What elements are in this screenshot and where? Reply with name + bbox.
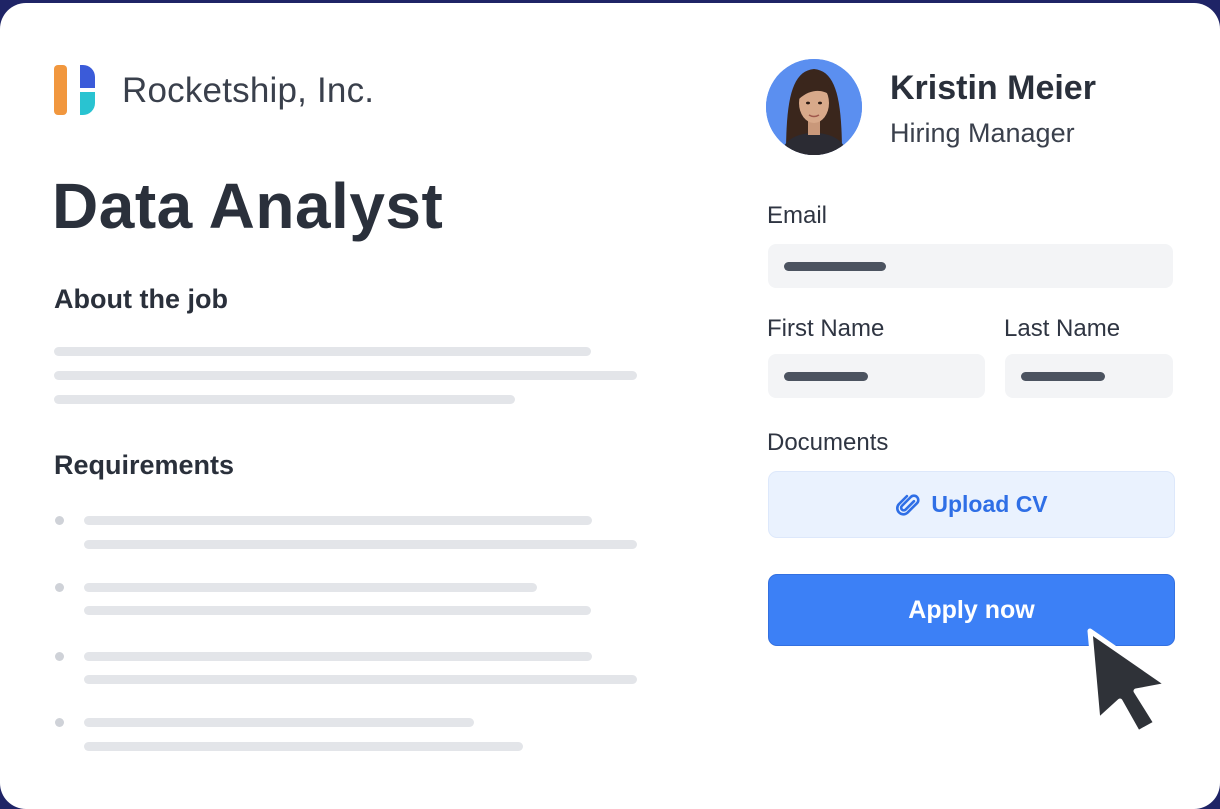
first-name-value: [784, 372, 868, 381]
hiring-manager-role: Hiring Manager: [890, 118, 1075, 148]
requirement-text-line: [84, 540, 637, 549]
about-text-line: [54, 371, 637, 380]
mouse-cursor-icon: [1087, 628, 1171, 736]
about-heading: About the job: [54, 284, 228, 314]
company-name: Rocketship, Inc.: [122, 71, 375, 110]
requirement-text-line: [84, 652, 592, 661]
hiring-manager-photo: [766, 59, 862, 155]
documents-label: Documents: [767, 429, 889, 456]
last-name-label: Last Name: [1004, 315, 1121, 342]
requirement-text-line: [84, 583, 537, 592]
requirement-text-line: [84, 742, 523, 751]
first-name-field[interactable]: [768, 354, 985, 398]
requirements-heading: Requirements: [54, 450, 235, 480]
requirement-bullet: [55, 718, 64, 727]
requirement-text-line: [84, 606, 591, 615]
avatar: [766, 59, 862, 155]
apply-now-label: Apply now: [908, 595, 1035, 624]
job-title: Data Analyst: [52, 170, 444, 242]
requirement-bullet: [55, 652, 64, 661]
about-text-line: [54, 395, 515, 404]
requirement-text-line: [84, 718, 474, 727]
first-name-label: First Name: [767, 315, 885, 342]
email-field[interactable]: [768, 244, 1173, 288]
email-label: Email: [767, 202, 828, 229]
requirement-text-line: [84, 516, 592, 525]
last-name-value: [1021, 372, 1105, 381]
requirement-bullet: [55, 583, 64, 592]
job-application-card: Rocketship, Inc. Data Analyst About the …: [0, 3, 1220, 809]
paperclip-icon: [896, 493, 920, 516]
requirement-bullet: [55, 516, 64, 525]
about-text-line: [54, 347, 591, 356]
upload-cv-label: Upload CV: [931, 491, 1048, 517]
rocketship-logo: [54, 65, 95, 115]
hiring-manager-name: Kristin Meier: [890, 69, 1096, 107]
upload-cv-button[interactable]: Upload CV: [768, 471, 1175, 538]
requirement-text-line: [84, 675, 637, 684]
email-value: [784, 262, 886, 271]
last-name-field[interactable]: [1005, 354, 1173, 398]
